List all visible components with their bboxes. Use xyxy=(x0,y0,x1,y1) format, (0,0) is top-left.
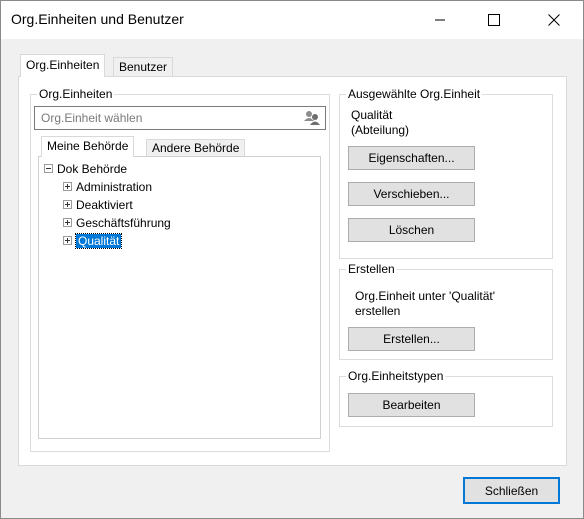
minimize-icon xyxy=(435,19,445,21)
tree-node-label: Deaktiviert xyxy=(76,197,133,212)
selected-orgunit-name: Qualität xyxy=(351,108,393,122)
create-info-line2: erstellen xyxy=(355,304,401,318)
tree-node-qualitaet[interactable]: Qualität xyxy=(63,232,123,249)
collapse-icon[interactable] xyxy=(44,164,53,173)
orgunit-search-input[interactable]: Org.Einheit wählen xyxy=(34,106,326,130)
expand-icon[interactable] xyxy=(63,236,72,245)
search-placeholder: Org.Einheit wählen xyxy=(41,111,143,125)
expand-icon[interactable] xyxy=(63,218,72,227)
tab-users[interactable]: Benutzer xyxy=(113,57,174,77)
tree-node-geschaeftsfuehrung[interactable]: Geschäftsführung xyxy=(63,214,171,231)
edit-types-button[interactable]: Bearbeiten xyxy=(348,393,475,417)
delete-button[interactable]: Löschen xyxy=(348,218,475,242)
create-info-line1: Org.Einheit unter 'Qualität' xyxy=(355,289,495,303)
tab-orgunits[interactable]: Org.Einheiten xyxy=(20,54,106,77)
tree-node-label: Dok Behörde xyxy=(57,161,128,176)
tree-node-label: Administration xyxy=(76,179,153,194)
tree-node-label: Geschäftsführung xyxy=(76,215,171,230)
dialog-window: Org.Einheiten und Benutzer Org.Einheiten… xyxy=(0,0,584,519)
tree-node-label-selected: Qualität xyxy=(74,232,123,249)
maximize-icon xyxy=(488,14,500,26)
orgunit-tree[interactable]: Dok Behörde Administration Deaktiviert G… xyxy=(38,156,321,439)
select-users-icon[interactable] xyxy=(303,110,321,129)
tree-node-deaktiviert[interactable]: Deaktiviert xyxy=(63,196,133,213)
selected-orgunit-type: (Abteilung) xyxy=(351,123,410,137)
close-button[interactable] xyxy=(531,1,577,39)
maximize-button[interactable] xyxy=(471,1,517,39)
expand-icon[interactable] xyxy=(63,200,72,209)
minimize-button[interactable] xyxy=(417,1,463,39)
move-button[interactable]: Verschieben... xyxy=(348,182,475,206)
window-title: Org.Einheiten und Benutzer xyxy=(11,11,184,27)
close-dialog-button[interactable]: Schließen xyxy=(463,477,560,504)
subtab-other-authority[interactable]: Andere Behörde xyxy=(146,139,246,157)
tree-node-administration[interactable]: Administration xyxy=(63,178,152,195)
selected-orgunit-group-title: Ausgewählte Org.Einheit xyxy=(346,87,483,101)
subtab-my-authority[interactable]: Meine Behörde xyxy=(41,136,135,157)
title-bar: Org.Einheiten und Benutzer xyxy=(1,1,583,39)
create-button[interactable]: Erstellen... xyxy=(348,327,475,351)
properties-button[interactable]: Eigenschaften... xyxy=(348,146,475,170)
expand-icon[interactable] xyxy=(63,182,72,191)
orgunit-types-group-title: Org.Einheitstypen xyxy=(346,369,446,383)
tree-node-root[interactable]: Dok Behörde xyxy=(44,160,127,177)
close-icon xyxy=(548,14,560,26)
create-group-title: Erstellen xyxy=(346,262,397,276)
orgunits-group-title: Org.Einheiten xyxy=(37,87,115,101)
